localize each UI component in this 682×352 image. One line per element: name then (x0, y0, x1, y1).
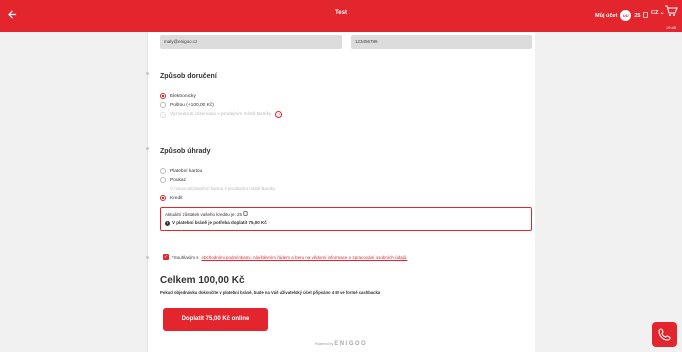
payment-option-cash-label: V hotovosti/platební kartou v prodejním … (170, 186, 276, 191)
option-label: Poukaz (170, 177, 186, 183)
consent-row: ✓ *Souhlasím s obchodními podmínkami, ná… (163, 254, 407, 260)
powered-by: Powered by ENIGOO (0, 341, 682, 347)
radio[interactable] (160, 102, 166, 108)
powered-by-label: Powered by (314, 342, 334, 346)
email-field[interactable]: maly@enigoo.cz (160, 35, 342, 49)
option-label: Kredit (170, 195, 183, 201)
language-select[interactable]: CZ ⌄ (651, 10, 664, 16)
consent-checkbox[interactable]: ✓ (163, 254, 169, 260)
payment-title: Způsob úhrady (160, 148, 211, 155)
terms-link[interactable]: obchodními podmínkami, návštěvním řádem … (202, 255, 408, 260)
credit-balance-row: Aktuální zůstatek vašeho kreditu je: 25 (165, 211, 527, 219)
cart-timer: 19:48 (666, 25, 677, 30)
step-dot (146, 147, 149, 150)
enigoo-logo: ENIGOO (334, 341, 368, 347)
radio-selected[interactable] (160, 195, 166, 201)
radio-disabled (160, 111, 166, 118)
account-menu[interactable]: Můj účet UU 25 (595, 10, 649, 21)
payment-option-card[interactable]: Platební kartou (160, 168, 202, 174)
step-dot (146, 72, 149, 75)
top-bar: Test Můj účet UU 25 CZ ⌄ 19:48 (0, 0, 682, 32)
phone-field[interactable]: 123456789 (351, 35, 532, 49)
payment-option-voucher[interactable]: Poukaz (160, 177, 186, 183)
warning-icon: ! (165, 220, 170, 226)
language-label: CZ (651, 10, 659, 16)
payment-option-credit[interactable]: Kredit (160, 195, 183, 201)
stepper-line (147, 32, 148, 352)
delivery-option-electronic[interactable]: Elektronicky (160, 93, 196, 99)
delivery-option-pickup: Vyzvednutí rezervace v prodejním místě B… (160, 111, 283, 118)
radio[interactable] (160, 177, 166, 183)
checkout-card (147, 32, 535, 352)
option-label: Poštou (+100,00 Kč) (170, 102, 214, 108)
option-label: Platební kartou (170, 168, 203, 174)
credit-amount: 25 (634, 12, 641, 19)
option-label: Vyzvednutí rezervace v prodejním místě B… (170, 112, 272, 117)
delivery-title: Způsob doručení (160, 73, 217, 80)
cashback-note: Pokud objednávku dokončíte v platební br… (160, 290, 381, 295)
credit-warning-text: V platební bráně je potřeba doplatit 75,… (172, 220, 267, 225)
consent-prefix: *Souhlasím s (172, 254, 199, 260)
delivery-option-post[interactable]: Poštou (+100,00 Kč) (160, 102, 214, 108)
step-dot (146, 256, 149, 259)
page-title: Test (335, 10, 347, 16)
avatar: UU (620, 10, 632, 21)
phone-icon[interactable] (652, 322, 677, 347)
pay-online-button[interactable]: Doplatit 75,00 Kč online (163, 308, 268, 331)
account-label: Můj účet (595, 12, 618, 19)
credit-coin-icon (243, 211, 248, 217)
credit-info-box: Aktuální zůstatek vašeho kreditu je: 25 … (160, 207, 532, 231)
credit-coin-icon (643, 11, 649, 20)
option-label: Elektronicky (170, 93, 196, 99)
credit-warning-row: ! V platební bráně je potřeba doplatit 7… (165, 219, 527, 227)
credit-balance-text: Aktuální zůstatek vašeho kreditu je: 25 (165, 212, 243, 217)
help-icon[interactable]: ? (275, 111, 283, 118)
order-total: Celkem 100,00 Kč (160, 275, 245, 286)
radio[interactable] (160, 168, 166, 174)
radio-selected[interactable] (160, 93, 166, 99)
